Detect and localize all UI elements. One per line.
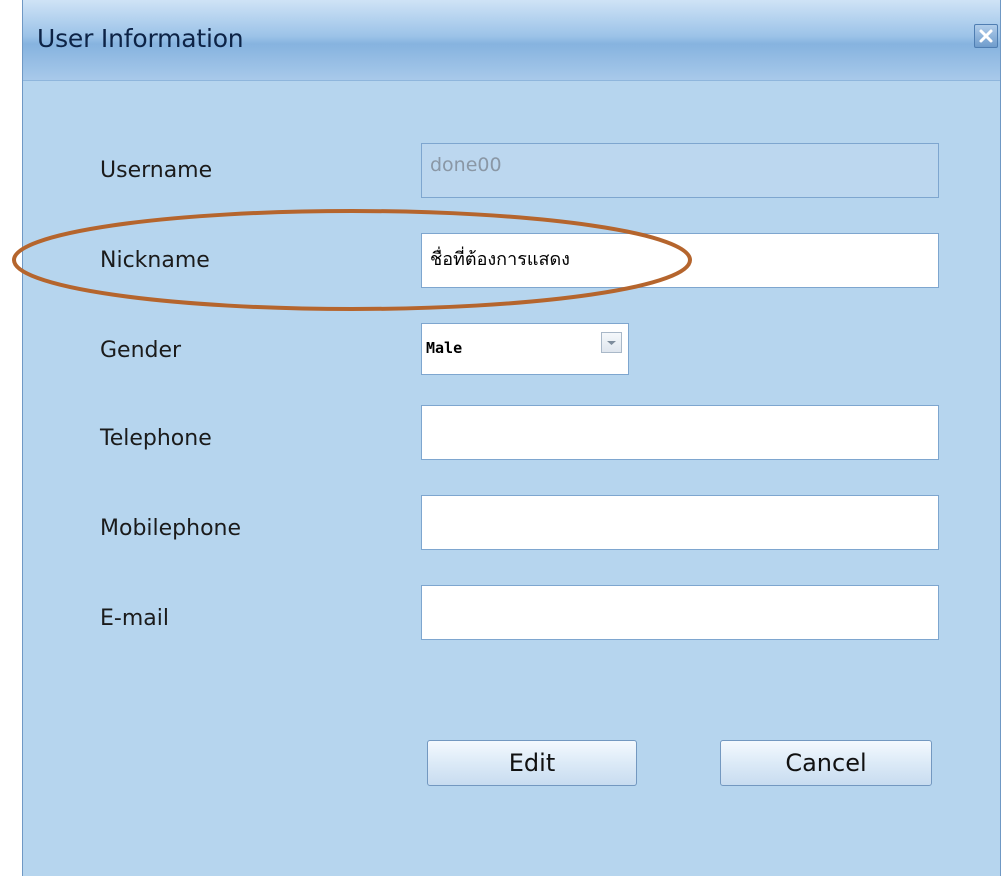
mobilephone-field[interactable]: [421, 495, 939, 550]
close-icon: [979, 29, 993, 43]
user-information-dialog: User Information Username done00 Nicknam…: [22, 0, 1001, 876]
username-label: Username: [100, 158, 213, 183]
edit-button[interactable]: Edit: [427, 740, 637, 786]
telephone-field[interactable]: [421, 405, 939, 460]
email-field[interactable]: [421, 585, 939, 640]
nickname-field[interactable]: ชื่อที่ต้องการแสดง: [421, 233, 939, 288]
cancel-button[interactable]: Cancel: [720, 740, 932, 786]
email-label: E-mail: [100, 606, 169, 631]
gender-selected-value: Male: [426, 339, 463, 357]
gender-dropdown-button[interactable]: [601, 332, 622, 353]
nickname-label: Nickname: [100, 248, 210, 273]
dialog-title: User Information: [37, 24, 244, 53]
gender-label: Gender: [100, 338, 182, 363]
mobilephone-label: Mobilephone: [100, 516, 242, 541]
username-field: done00: [421, 143, 939, 198]
title-bar: User Information: [23, 0, 1000, 81]
close-button[interactable]: [974, 24, 998, 48]
telephone-label: Telephone: [100, 426, 212, 451]
gender-select[interactable]: Male: [421, 323, 629, 375]
chevron-down-icon: [607, 341, 616, 345]
